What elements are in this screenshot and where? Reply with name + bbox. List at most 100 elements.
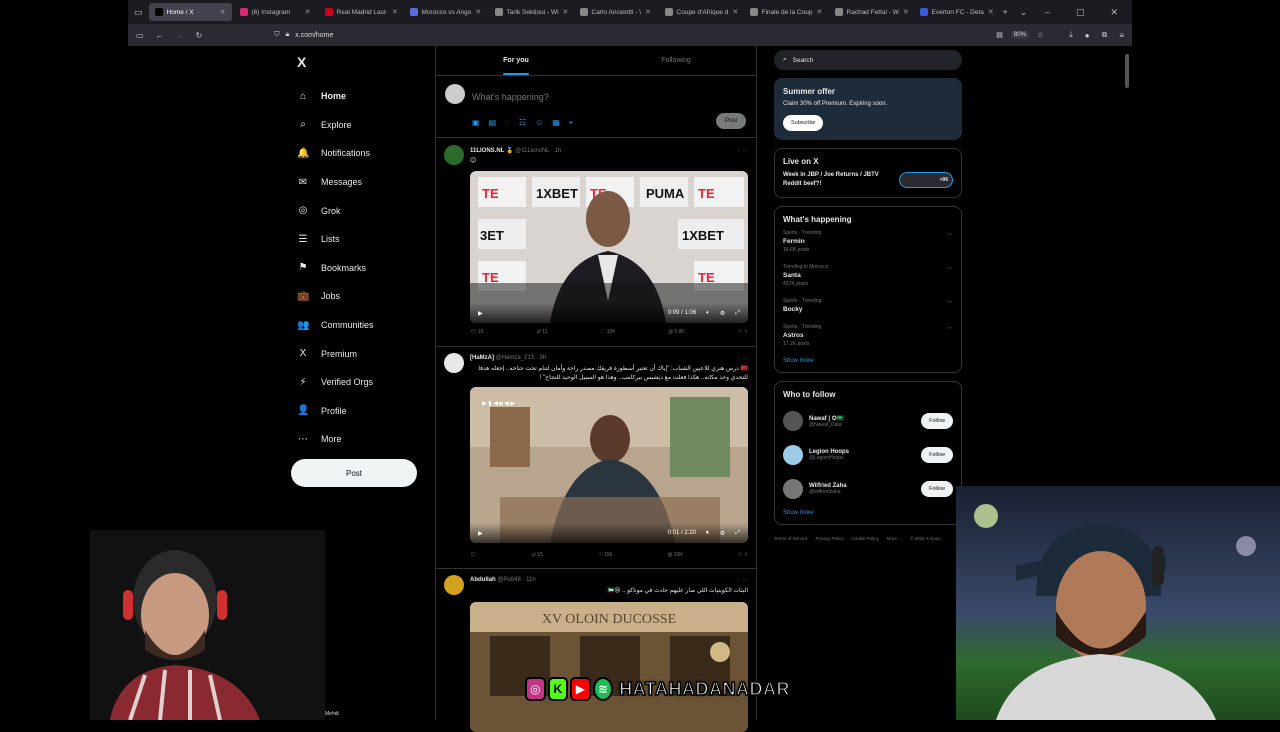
trend-item[interactable]: Sports · Trending Bocky ⋯ <box>783 298 953 313</box>
close-tab-icon[interactable]: ✕ <box>305 8 311 16</box>
location-icon[interactable]: ⌖ <box>569 118 574 128</box>
mute-icon[interactable]: 🔇︎ <box>706 530 710 537</box>
url-bar[interactable]: ⛉ 🔒︎ x.com/home ▤ 80% ☆ <box>214 27 1058 43</box>
tweet[interactable]: [HaMzA] @Hamza_213 · 3h ◌ ⋯ 🇲🇦 درس هنري … <box>436 347 756 569</box>
close-tab-icon[interactable]: ✕ <box>392 8 398 16</box>
play-icon[interactable]: ▶ <box>478 530 483 537</box>
tweet-video[interactable]: TE 1XBET TE PUMA TE 3ET 1XBET TE TE ▶ 0:… <box>470 171 748 323</box>
trending-show-more[interactable]: Show more <box>783 358 953 364</box>
zoom-level[interactable]: 80% <box>1010 31 1029 39</box>
close-tab-icon[interactable]: ✕ <box>988 8 994 16</box>
subscribe-button[interactable]: Subscribe <box>783 115 824 131</box>
repost-button[interactable]: ⇄ 15 <box>532 552 543 558</box>
views-button[interactable]: ▥ 5.8K <box>668 329 684 335</box>
tweet-avatar[interactable] <box>444 145 464 165</box>
suggestion-avatar[interactable] <box>783 445 803 465</box>
close-tab-icon[interactable]: ✕ <box>732 8 738 16</box>
reader-icon[interactable]: ▤ <box>996 31 1003 39</box>
tweet-image[interactable]: XV OLOIN DUCOSSE <box>470 602 748 732</box>
nav-item-explore[interactable]: ⌕ Explore <box>291 111 431 140</box>
who-show-more[interactable]: Show more <box>783 510 953 516</box>
trend-item[interactable]: Sports · Trending Astros 17.2K posts ⋯ <box>783 324 953 347</box>
download-icon[interactable]: ⤓ <box>1069 30 1073 40</box>
browser-tab[interactable]: Carlo Ancelotti - \ ✕ <box>574 3 657 21</box>
tweet-menu-icon[interactable]: ◌ ⋯ <box>737 355 748 362</box>
nav-item-notifications[interactable]: 🔔 Notifications <box>291 139 431 168</box>
close-tab-icon[interactable]: ✕ <box>475 8 481 16</box>
trend-item[interactable]: Trending in Morocco Santa 437K posts ⋯ <box>783 264 953 287</box>
tweet[interactable]: 11LIONS.NL 🏅 @11LionsNL · 1h ◌ ⋯ 😊 TE 1X… <box>436 139 756 347</box>
forward-icon[interactable]: → <box>176 31 184 40</box>
new-tab-icon[interactable]: + <box>1003 7 1008 17</box>
tab-following[interactable]: Following <box>596 46 756 75</box>
poll-icon[interactable]: ☷ <box>519 118 526 128</box>
tweet-author[interactable]: [HaMzA] <box>470 355 494 361</box>
play-icon[interactable]: ▶ <box>478 310 483 317</box>
browser-tab[interactable]: Finale de la Coup ✕ <box>744 3 827 21</box>
trend-item[interactable]: Sports · Trending Fermin 16.6K posts ⋯ <box>783 230 953 253</box>
nav-item-home[interactable]: ⌂ Home <box>291 82 431 111</box>
follow-button[interactable]: Follow <box>921 413 953 429</box>
browser-tab[interactable]: (6) Instagram ✕ <box>234 3 317 21</box>
live-space[interactable]: Week in JBP / Joe Returns / JBTV Reddit … <box>783 171 953 189</box>
close-window-icon[interactable]: ✕ <box>1110 7 1118 18</box>
like-button[interactable]: ♡ 156 <box>598 552 612 558</box>
follow-button[interactable]: Follow <box>921 447 953 463</box>
browser-tab[interactable]: Real Madrid Last- ✕ <box>319 3 402 21</box>
emoji-icon[interactable]: ☺ <box>535 118 543 128</box>
page-scrollbar[interactable] <box>1125 54 1129 88</box>
grok-icon[interactable]: ◌ <box>505 118 510 128</box>
nav-item-communities[interactable]: 👥 Communities <box>291 311 431 340</box>
bookmark-button[interactable]: ⚐ ⇪ <box>738 552 748 558</box>
x-logo[interactable]: X <box>297 54 431 70</box>
footer-link[interactable]: © 2025 X Corp. <box>910 536 941 541</box>
volume-icon[interactable]: 🔈︎ <box>706 310 710 317</box>
tweet-avatar[interactable] <box>444 575 464 595</box>
like-button[interactable]: ♡ 104 <box>601 329 615 335</box>
suggestion-avatar[interactable] <box>783 479 803 499</box>
bookmark-button[interactable]: ⚐ ⇪ <box>738 329 748 335</box>
nav-item-premium[interactable]: X Premium <box>291 339 431 368</box>
close-tab-icon[interactable]: ✕ <box>816 8 822 16</box>
tweet-menu-icon[interactable]: ◌ ⋯ <box>737 147 748 154</box>
close-tab-icon[interactable]: ✕ <box>563 8 569 16</box>
suggestion-avatar[interactable] <box>783 411 803 431</box>
back-icon[interactable]: ← <box>156 31 164 40</box>
fullscreen-icon[interactable]: ⤢ <box>735 310 740 317</box>
tweet-avatar[interactable] <box>444 353 464 373</box>
browser-tab[interactable]: Home / X ✕ <box>148 3 232 21</box>
trend-more-icon[interactable]: ⋯ <box>946 324 953 332</box>
browser-tab[interactable]: Coupe d'Afrique d ✕ <box>659 3 742 21</box>
views-button[interactable]: ▥ 16K <box>668 552 683 558</box>
follow-suggestion[interactable]: Wilfried Zaha @wilfriedzaha Follow <box>783 472 953 506</box>
close-tab-icon[interactable]: ✕ <box>903 8 909 16</box>
trend-more-icon[interactable]: ⋯ <box>946 264 953 272</box>
live-participants[interactable]: +96 <box>899 172 953 188</box>
close-tab-icon[interactable]: ✕ <box>220 8 226 16</box>
search-input[interactable]: ⌕ Search <box>774 50 962 70</box>
footer-link[interactable]: Privacy Policy <box>816 536 844 541</box>
follow-suggestion[interactable]: Legion Hoops @LegionHoops Follow <box>783 438 953 472</box>
footer-link[interactable]: Terms of Service <box>774 536 808 541</box>
sidebar-toggle-icon[interactable]: ▭ <box>136 31 144 40</box>
composer-input[interactable]: What's happening? <box>472 92 549 102</box>
shield-icon[interactable]: ⛉ <box>274 31 279 39</box>
lock-icon[interactable]: 🔒︎ <box>286 31 290 39</box>
reply-button[interactable]: 💬︎ <box>470 552 476 558</box>
tweet-menu-icon[interactable]: ◌ ⋯ <box>737 577 748 584</box>
maximize-icon[interactable]: ▢ <box>1076 7 1085 18</box>
browser-tab[interactable]: Rachad Fettal - W ✕ <box>829 3 912 21</box>
tab-for-you[interactable]: For you <box>436 46 596 75</box>
tweet-handle[interactable]: @11LionsNL · 1h <box>515 148 561 154</box>
tweet-author[interactable]: 11LIONS.NL <box>470 148 504 154</box>
nav-item-lists[interactable]: ☰ Lists <box>291 225 431 254</box>
nav-item-jobs[interactable]: 💼 Jobs <box>291 282 431 311</box>
gif-icon[interactable]: ▤ <box>489 118 497 128</box>
extensions-icon[interactable]: ⧉ <box>1102 30 1108 40</box>
follow-button[interactable]: Follow <box>921 481 953 497</box>
settings-icon[interactable]: ⚙ <box>720 310 725 317</box>
menu-icon[interactable]: ≡ <box>1119 31 1124 40</box>
close-tab-icon[interactable]: ✕ <box>645 8 651 16</box>
nav-item-more[interactable]: ⋯ More <box>291 425 431 454</box>
browser-tab[interactable]: Everton FC - Deta ✕ <box>914 3 997 21</box>
